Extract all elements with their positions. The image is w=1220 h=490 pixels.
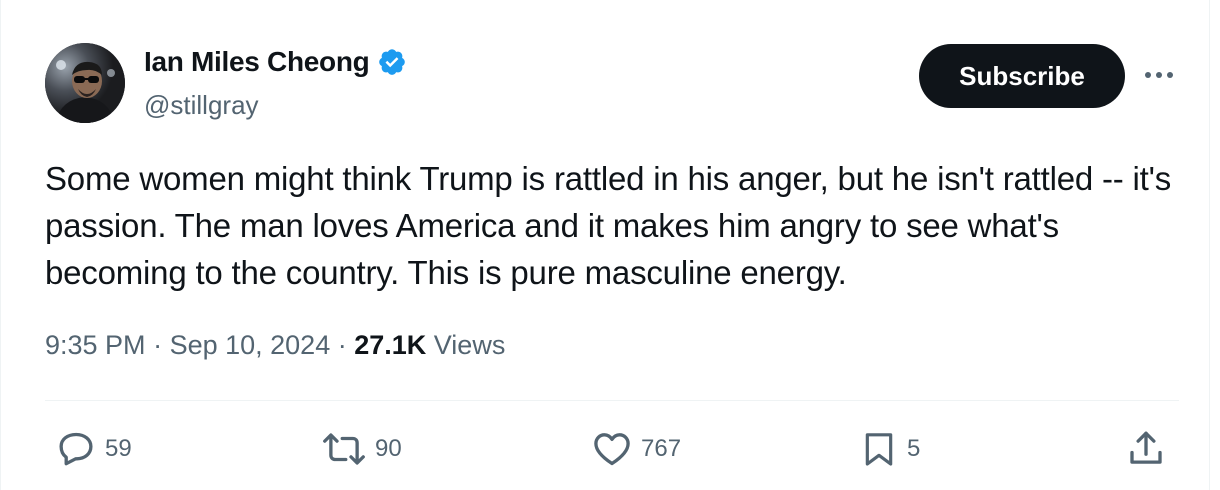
- reply-icon: [59, 432, 93, 466]
- meta-separator: ·: [145, 330, 170, 360]
- tweet-date[interactable]: Sep 10, 2024: [170, 330, 331, 361]
- more-options-button[interactable]: [1141, 60, 1177, 90]
- avatar-image: [45, 43, 125, 123]
- share-icon: [1130, 431, 1162, 464]
- bookmark-icon: [865, 433, 893, 466]
- author-name-row: Ian Miles Cheong: [144, 46, 407, 78]
- like-button[interactable]: 767: [591, 428, 681, 470]
- views-label: Views: [426, 330, 506, 360]
- subscribe-button[interactable]: Subscribe: [919, 44, 1125, 108]
- reply-button[interactable]: 59: [55, 428, 132, 470]
- tweet-time[interactable]: 9:35 PM: [45, 330, 146, 361]
- bookmark-count: 5: [907, 435, 921, 462]
- views-count[interactable]: 27.1K: [354, 330, 426, 361]
- tweet-card: Ian Miles Cheong @stillgray Subscribe So…: [0, 0, 1210, 490]
- avatar[interactable]: [45, 43, 125, 123]
- repost-icon: [323, 433, 365, 465]
- tweet-meta: 9:35 PM · Sep 10, 2024 · 27.1K Views: [45, 330, 505, 361]
- meta-separator: ·: [330, 330, 355, 360]
- author-display-name[interactable]: Ian Miles Cheong: [144, 46, 370, 78]
- reply-count: 59: [105, 435, 132, 462]
- like-count: 767: [641, 435, 682, 462]
- repost-count: 90: [375, 435, 402, 462]
- repost-button[interactable]: 90: [321, 428, 402, 470]
- author-handle[interactable]: @stillgray: [144, 90, 259, 121]
- tweet-text: Some women might think Trump is rattled …: [45, 160, 1172, 291]
- bookmark-button[interactable]: 5: [859, 428, 920, 470]
- more-horizontal-icon: [1145, 72, 1173, 78]
- divider: [45, 400, 1179, 401]
- heart-icon: [594, 433, 630, 466]
- share-button[interactable]: [1125, 428, 1167, 470]
- verified-badge-icon[interactable]: [377, 47, 407, 77]
